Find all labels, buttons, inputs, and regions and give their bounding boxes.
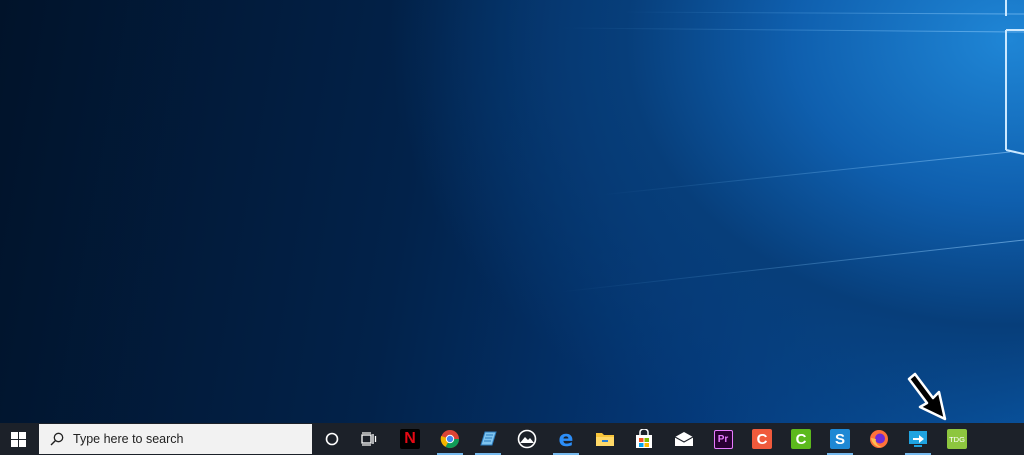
taskbar-app-camtasia-green[interactable]: C bbox=[785, 423, 817, 455]
taskbar-app-snagit[interactable]: S bbox=[824, 423, 856, 455]
taskbar-app-premiere[interactable]: Pr bbox=[707, 423, 739, 455]
start-button[interactable] bbox=[2, 423, 34, 455]
remote-desktop-icon bbox=[909, 431, 927, 447]
taskbar-app-netflix[interactable]: N bbox=[394, 423, 426, 455]
camtasia-icon: C bbox=[752, 429, 772, 449]
task-view-icon bbox=[361, 432, 377, 446]
windows-logo-icon bbox=[10, 431, 26, 447]
task-view-button[interactable] bbox=[353, 423, 385, 455]
mail-icon bbox=[674, 432, 694, 446]
taskbar-app-edge[interactable]: e bbox=[550, 423, 582, 455]
search-icon bbox=[49, 431, 65, 447]
netflix-icon: N bbox=[400, 429, 420, 449]
taskbar-app-tdg[interactable]: TDG bbox=[941, 423, 973, 455]
camtasia-green-icon: C bbox=[791, 429, 811, 449]
taskbar-app-remote-desktop[interactable] bbox=[902, 423, 934, 455]
file-explorer-icon bbox=[596, 433, 614, 446]
store-icon bbox=[636, 429, 652, 448]
taskbar-app-firefox[interactable] bbox=[863, 423, 895, 455]
tdg-icon: TDG bbox=[947, 429, 967, 449]
desktop-wallpaper bbox=[0, 0, 1024, 423]
taskbar-app-store[interactable] bbox=[628, 423, 660, 455]
taskbar-app-camtasia[interactable]: C bbox=[746, 423, 778, 455]
search-input[interactable] bbox=[71, 431, 305, 447]
cortana-icon bbox=[325, 432, 339, 446]
snagit-icon: S bbox=[830, 429, 850, 449]
taskbar-app-notepad[interactable] bbox=[472, 423, 504, 455]
taskbar-app-mail[interactable] bbox=[668, 423, 700, 455]
notepad-icon bbox=[480, 431, 497, 446]
wallpaper-light-beams bbox=[559, 0, 1024, 293]
taskbar-app-file-explorer[interactable] bbox=[589, 423, 621, 455]
chrome-icon bbox=[440, 430, 459, 449]
firefox-icon bbox=[870, 430, 888, 448]
taskbar-app-photos[interactable] bbox=[511, 423, 543, 455]
taskbar: N e bbox=[0, 423, 1024, 455]
cortana-button[interactable] bbox=[316, 423, 348, 455]
taskbar-app-chrome[interactable] bbox=[434, 423, 466, 455]
edge-icon: e bbox=[558, 426, 574, 452]
photos-icon bbox=[517, 429, 537, 449]
search-box[interactable] bbox=[39, 424, 312, 454]
arrow-pointer-icon bbox=[907, 372, 947, 421]
premiere-icon: Pr bbox=[713, 429, 733, 449]
